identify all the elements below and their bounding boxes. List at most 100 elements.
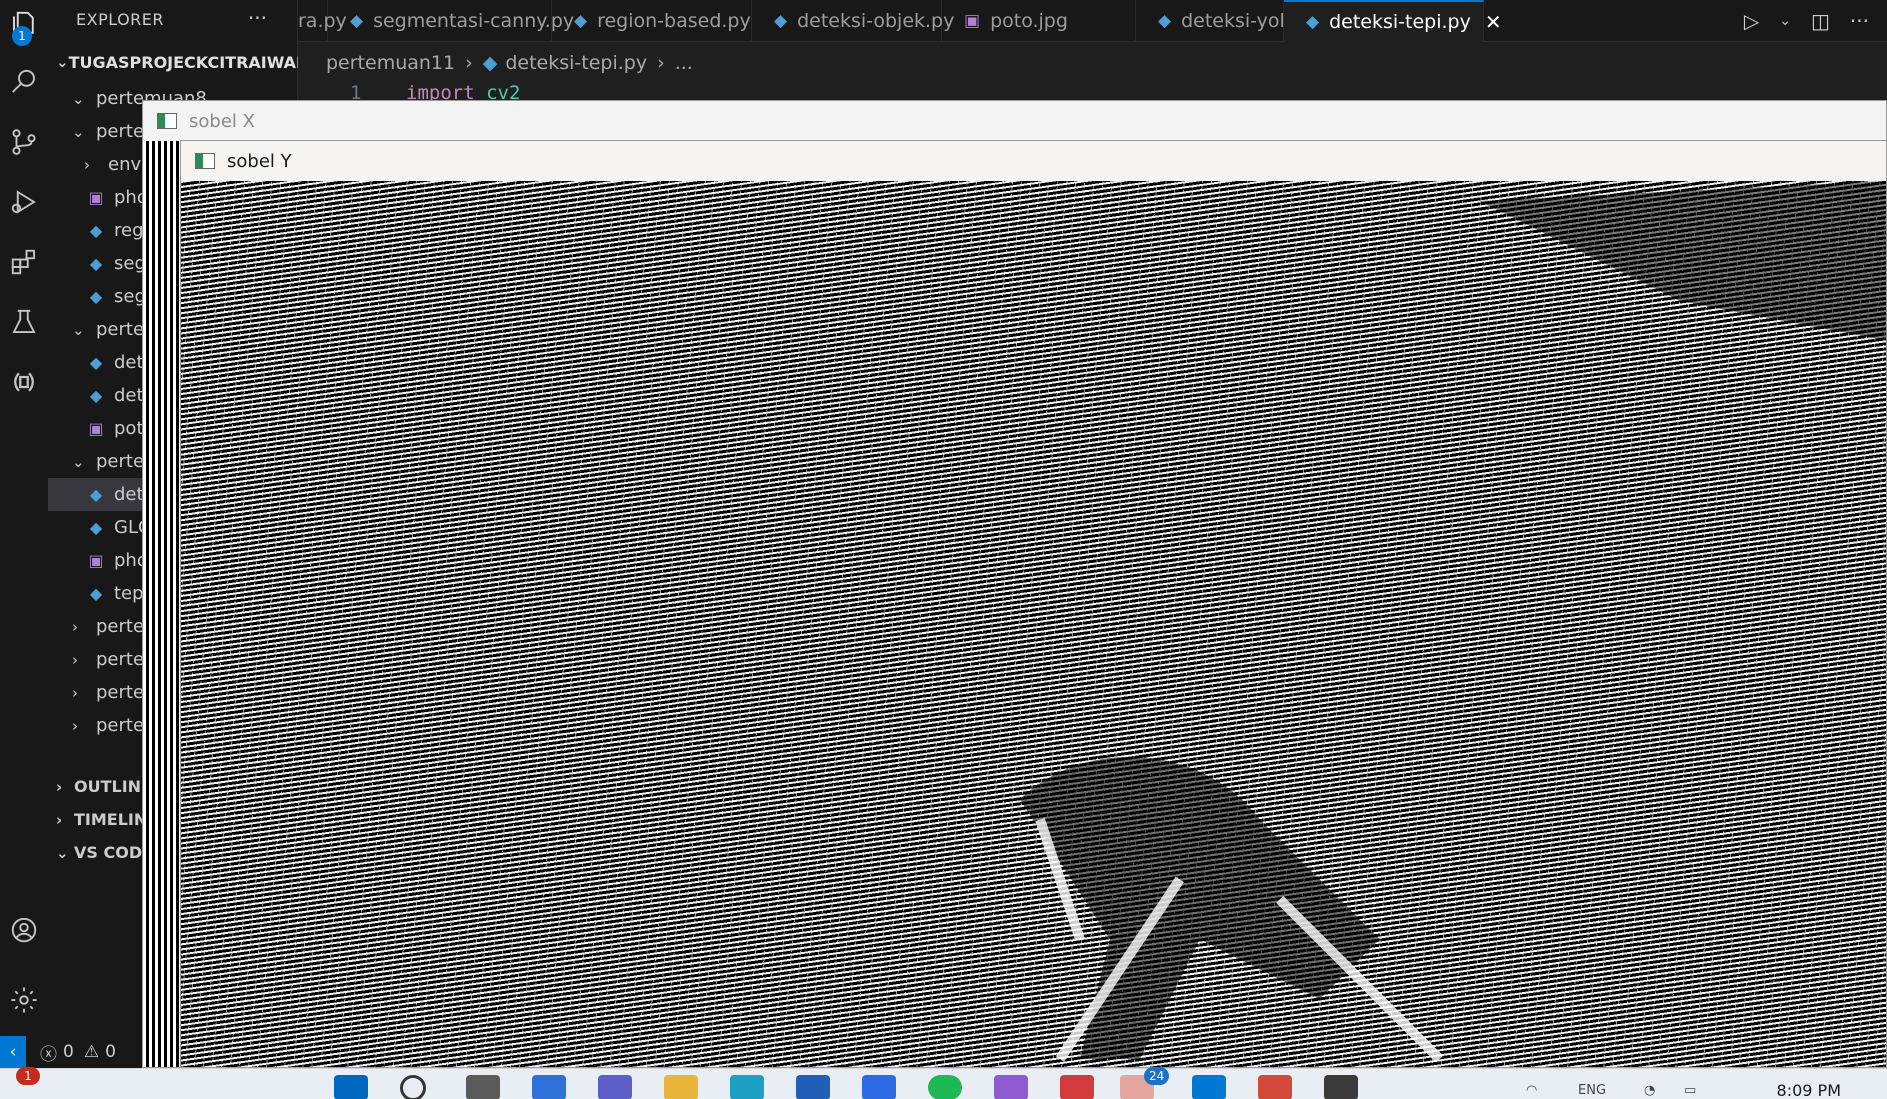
tab-label: segmentasi-canny.py [373,10,575,32]
chevron-right-icon: › [72,650,78,669]
editor-tab[interactable]: ◆ deteksi-yolo.py [1136,0,1325,42]
explorer-badge: 1 [12,26,32,46]
vscode-icon[interactable] [1192,1075,1226,1099]
battery-icon[interactable]: ▭ [1684,1083,1696,1098]
breadcrumb-file[interactable]: deteksi-tepi.py [505,52,647,74]
window-title: sobel Y [227,150,292,172]
python-file-icon: ◆ [1306,12,1320,32]
volume-icon[interactable]: ◔ [1644,1083,1655,1098]
error-icon[interactable]: ⓧ [40,1040,57,1065]
editor-tab[interactable]: ◆ deteksi-objek.py [752,0,954,42]
chevron-right-icon: › [657,52,665,74]
code-editor[interactable]: 1 import cv2 [298,82,1887,102]
edge-icon[interactable] [730,1075,764,1099]
start-icon[interactable] [334,1075,368,1099]
close-icon[interactable]: ✕ [1485,10,1502,34]
office-icon[interactable] [1258,1075,1292,1099]
python-file-icon: ◆ [1158,11,1172,31]
python-file-icon: ◆ [89,518,103,537]
file-explorer-icon[interactable] [664,1075,698,1099]
window-titlebar[interactable]: sobel Y [181,141,1886,181]
more-actions-icon[interactable]: ··· [1850,9,1869,33]
python-file-icon: ◆ [89,353,103,372]
run-debug-icon[interactable] [0,178,48,226]
breadcrumb-more[interactable]: ... [675,52,693,74]
source-control-icon[interactable] [0,118,48,166]
editor-tab[interactable]: ◆ deteksi-tepi.py ✕ [1284,0,1502,42]
tree-item-label: perte [96,682,145,703]
editor-tab[interactable]: ra.py [298,0,347,42]
testing-icon[interactable] [0,298,48,346]
widgets-icon[interactable] [532,1075,566,1099]
code-line: import cv2 [406,82,520,102]
window-app-icon [195,153,215,169]
tab-label: deteksi-tepi.py [1329,11,1471,33]
python-file-icon: ◆ [89,287,103,306]
tree-item-label: perte [96,121,145,142]
warning-icon[interactable]: ⚠ [84,1042,99,1062]
tree-item-label: perte [96,616,145,637]
python-file-icon: ◆ [89,221,103,240]
chrome-icon[interactable] [1060,1075,1094,1099]
status-bar: ‹ ⓧ 0 ⚠ 0 [0,1036,145,1068]
app-badge: 24 [1144,1067,1170,1085]
breadcrumb: pertemuan11 › ◆ deteksi-tepi.py › ... [298,44,1887,82]
python-file-icon: ◆ [89,485,103,504]
settings-gear-icon[interactable] [0,976,48,1024]
remote-indicator-icon[interactable]: ‹ [0,1036,26,1068]
project-folder[interactable]: ⌄ TUGASPROJECKCITRAIWAN [48,46,309,78]
run-python-icon[interactable]: ▷ [1744,9,1759,33]
tree-item-label: perte [96,649,145,670]
store-icon[interactable] [796,1075,830,1099]
window-titlebar[interactable]: sobel X [143,101,1886,141]
split-editor-icon[interactable]: ◫ [1811,9,1830,33]
sobel-y-image [181,181,1886,1067]
tree-item-label: env [108,154,142,175]
python-file-icon: ◆ [89,584,103,603]
code-module: cv2 [486,82,521,102]
extensions-icon[interactable] [0,238,48,286]
editor-tab[interactable]: ◆ region-based.py [552,0,752,42]
chevron-right-icon: › [72,617,78,636]
chevron-right-icon: › [84,155,90,174]
editor-tab[interactable]: ▣ poto.jpg [942,0,1136,42]
windows-taskbar: 1 24 ◠ ENG ◔ ▭ 8:09 PM [0,1067,1887,1099]
task-view-icon[interactable] [466,1075,500,1099]
screen: 1 EXPLORER ··· ⌄ TUGASPROJECKCITRAIWAN ⌄… [0,0,1887,1099]
tab-label: poto.jpg [990,10,1068,32]
window-title: sobel X [189,110,255,132]
spotify-icon[interactable] [928,1075,962,1099]
project-name: TUGASPROJECKCITRAIWAN [68,52,310,72]
python-file-icon: ◆ [89,254,103,273]
teams-icon[interactable] [598,1075,632,1099]
sobel-y-window[interactable]: sobel Y [180,140,1887,1068]
more-actions-icon[interactable]: ··· [248,6,267,30]
warning-count[interactable]: 0 [105,1042,116,1062]
tray-language[interactable]: ENG [1578,1083,1606,1098]
search-icon[interactable] [0,58,48,106]
tree-item-label: perte [96,451,145,472]
chevron-down-icon: ⌄ [72,452,85,471]
search-icon[interactable] [400,1075,426,1099]
python-file-icon: ◆ [350,11,364,31]
error-count[interactable]: 0 [63,1042,74,1062]
editor-tab[interactable]: ◆ segmentasi-canny.py [328,0,574,42]
chevron-down-icon: ⌄ [72,320,85,339]
sidebar-title: EXPLORER [76,10,164,29]
python-file-icon: ◆ [774,11,788,31]
chevron-down-icon: ⌄ [56,843,69,862]
remote-explorer-icon[interactable] [0,358,48,406]
account-icon[interactable] [0,906,48,954]
tree-item-label: perte [96,715,145,736]
clock[interactable]: 8:09 PM [1777,1081,1841,1099]
mail-icon[interactable] [862,1075,896,1099]
chevron-right-icon: › [465,52,473,74]
run-dropdown-icon[interactable]: ⌄ [1779,13,1791,29]
line-number: 1 [350,82,362,102]
terminal-icon[interactable] [1324,1075,1358,1099]
breadcrumb-folder[interactable]: pertemuan11 [326,52,455,74]
app-icon[interactable] [994,1075,1028,1099]
chevron-right-icon: › [56,810,63,829]
chevron-right-icon: › [72,683,78,702]
wifi-icon[interactable]: ◠ [1526,1083,1537,1098]
